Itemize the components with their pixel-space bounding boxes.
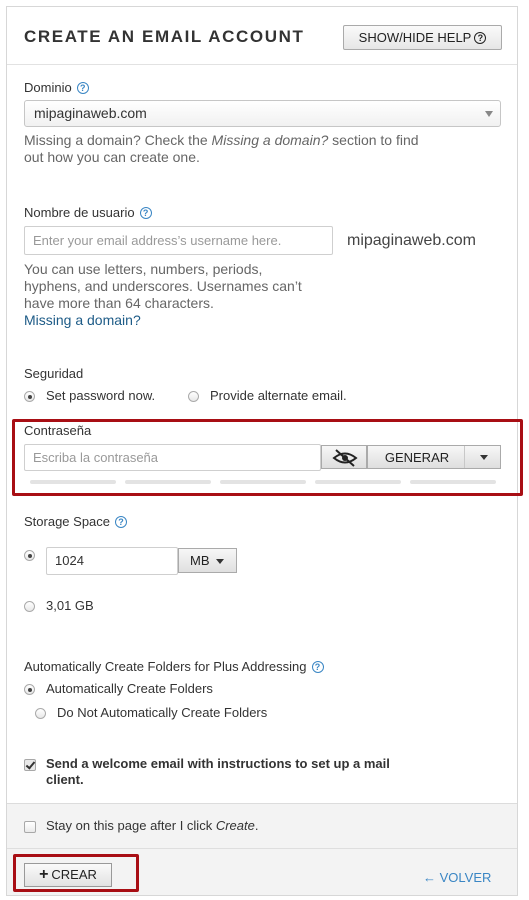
password-label: Contraseña [24,423,92,438]
domain-note-line1: Missing a domain? Check the Missing a do… [24,132,419,148]
welcome-email-label-line1: Send a welcome email with instructions t… [46,756,390,771]
storage-unit-select[interactable]: MB [178,548,237,573]
strength-bar-1 [30,480,116,484]
no-folders-label: Do Not Automatically Create Folders [57,705,268,720]
generate-divider [464,446,465,468]
storage-custom-radio[interactable] [24,550,35,561]
back-link[interactable]: ← VOLVER [423,870,491,885]
storage-unlimited-label: 3,01 GB [46,598,94,613]
caret-down-icon [480,455,488,460]
username-label-text: Nombre de usuario [24,205,135,220]
username-help-icon[interactable]: ? [139,207,152,219]
no-folders-radio[interactable] [35,708,46,719]
storage-quota-input[interactable]: 1024 [46,547,178,575]
domain-note-prefix: Missing a domain? Check the [24,132,212,148]
stay-on-page-checkbox[interactable] [24,821,36,833]
dropdown-arrow-icon [485,111,493,117]
domain-note-emphasis: Missing a domain? [211,132,329,148]
plus-icon: + [39,866,49,883]
username-domain-suffix: mipaginaweb.com [347,232,476,249]
username-note-line2: hyphens, and underscores. Usernames can’… [24,278,302,294]
eye-slash-icon [332,449,358,467]
storage-label-text: Storage Space [24,514,111,529]
generate-label: GENERAR [384,450,450,465]
strength-bar-4 [315,480,401,484]
arrow-left-icon: ← [423,870,440,885]
alternate-email-option-label: Provide alternate email. [210,388,347,403]
domain-note-line2: out how you can create one. [24,149,200,165]
strength-bar-2 [125,480,211,484]
welcome-email-label-line2: client. [46,772,84,787]
create-button-label: CREAR [51,867,97,882]
welcome-email-checkbox[interactable] [24,759,36,771]
storage-unlimited-radio[interactable] [24,601,35,612]
back-link-label: VOLVER [439,870,492,885]
show-hide-help-button[interactable]: SHOW/HIDE HELP? [343,25,502,50]
password-input[interactable]: Escriba la contraseña [24,444,321,471]
folders-help-icon[interactable]: ? [311,661,324,673]
domain-label: Dominio? [24,80,89,95]
folders-label-text: Automatically Create Folders for Plus Ad… [24,659,307,674]
generate-password-button[interactable]: GENERAR [367,445,501,469]
stay-on-page-label: Stay on this page after I click Create. [46,818,258,833]
strength-bar-3 [220,480,306,484]
domain-select[interactable]: mipaginaweb.com [24,100,501,127]
set-password-option-label: Set password now. [46,388,156,403]
page-title: CREATE AN EMAIL ACCOUNT [24,27,305,46]
security-label: Seguridad [24,366,84,381]
footer-divider [7,848,517,849]
panel-header: CREATE AN EMAIL ACCOUNT SHOW/HIDE HELP? [7,7,517,65]
alternate-email-radio[interactable] [188,391,199,402]
stay-suffix: . [254,818,259,833]
auto-folders-radio[interactable] [24,684,35,695]
set-password-radio[interactable] [24,391,35,402]
auto-folders-label: Automatically Create Folders [46,681,213,696]
caret-down-icon [216,559,224,564]
create-email-panel: CREATE AN EMAIL ACCOUNT SHOW/HIDE HELP? … [6,6,523,896]
domain-label-text: Dominio [24,80,72,95]
stay-emphasis: Create [215,818,255,833]
domain-select-value: mipaginaweb.com [34,105,147,121]
username-note-line1: You can use letters, numbers, periods, [24,261,263,277]
toggle-visibility-button[interactable] [321,445,367,469]
storage-label: Storage Space? [24,514,128,529]
create-button[interactable]: + CREAR [24,863,112,887]
folders-label: Automatically Create Folders for Plus Ad… [24,659,324,674]
username-label: Nombre de usuario? [24,205,152,220]
username-input[interactable]: Enter your email address’s username here… [24,226,333,255]
help-button-label: SHOW/HIDE HELP [358,30,472,45]
storage-unit-label: MB [190,553,210,568]
stay-prefix: Stay on this page after I click [46,818,216,833]
question-circle-icon: ? [474,32,487,44]
domain-note-suffix: section to find [328,132,419,148]
domain-help-icon[interactable]: ? [76,82,89,94]
missing-domain-link[interactable]: Missing a domain? [24,312,141,328]
storage-help-icon[interactable]: ? [115,516,128,528]
strength-bar-5 [410,480,496,484]
username-note-line3: have more than 64 characters. [24,295,214,311]
